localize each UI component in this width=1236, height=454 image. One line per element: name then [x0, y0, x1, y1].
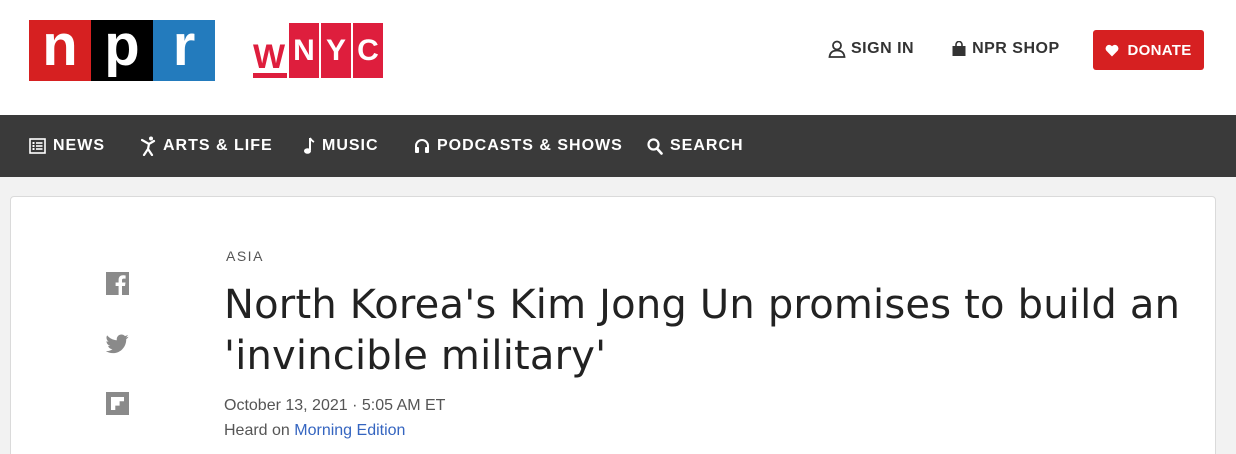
npr-logo-letter-n: n	[29, 16, 91, 81]
nav-label-music: MUSIC	[322, 137, 379, 154]
nav-item-podcasts-shows[interactable]: PODCASTS & SHOWS	[414, 115, 623, 177]
twitter-icon	[106, 334, 129, 353]
music-note-icon	[304, 137, 315, 154]
nav-label-news: NEWS	[53, 137, 105, 154]
nav-item-search[interactable]: SEARCH	[647, 115, 744, 177]
wnyc-logo-letter-w: W	[253, 40, 287, 78]
heard-on-line: Heard on Morning Edition	[224, 422, 405, 440]
donate-label: DONATE	[1127, 41, 1192, 59]
heart-icon	[1106, 44, 1119, 56]
wnyc-w-text: W	[253, 38, 286, 76]
article-headline: North Korea's Kim Jong Un promises to bu…	[224, 282, 1181, 379]
npr-logo-letter-r: r	[153, 16, 215, 81]
sign-in-label: SIGN IN	[851, 40, 915, 57]
share-facebook-button[interactable]	[106, 272, 129, 295]
wnyc-logo[interactable]: W N Y C	[253, 23, 383, 78]
headphones-icon	[415, 139, 429, 153]
dancer-icon	[141, 136, 156, 156]
main-nav: NEWS ARTS & LIFE MUSIC PODCASTS & SHOWS …	[0, 115, 1236, 177]
npr-logo[interactable]: n p r	[29, 16, 215, 81]
wnyc-logo-letter-c: C	[353, 23, 383, 78]
site-header: n p r W N Y C SIGN IN NPR SHOP DONATE	[0, 0, 1236, 115]
flipboard-icon	[106, 392, 129, 415]
nav-item-news[interactable]: NEWS	[29, 115, 105, 177]
program-link-morning-edition[interactable]: Morning Edition	[294, 422, 405, 439]
nav-label-search: SEARCH	[670, 137, 744, 154]
wnyc-w-underline	[253, 73, 287, 78]
share-flipboard-button[interactable]	[106, 392, 129, 415]
npr-logo-letter-p: p	[91, 16, 153, 81]
wnyc-logo-letter-n: N	[289, 23, 319, 78]
news-list-icon	[29, 138, 46, 154]
nav-label-arts-life: ARTS & LIFE	[163, 137, 273, 154]
article-dateline: October 13, 2021 · 5:05 AM ET	[224, 397, 446, 414]
heard-on-prefix: Heard on	[224, 422, 295, 439]
nav-label-podcasts-shows: PODCASTS & SHOWS	[437, 137, 623, 154]
user-icon	[828, 40, 846, 58]
nav-item-music[interactable]: MUSIC	[303, 115, 379, 177]
sign-in-link[interactable]: SIGN IN	[828, 40, 914, 58]
npr-shop-label: NPR SHOP	[972, 40, 1060, 57]
search-icon	[647, 137, 663, 155]
section-link-asia[interactable]: ASIA	[226, 248, 264, 264]
header-links: SIGN IN NPR SHOP	[828, 40, 1060, 58]
npr-shop-link[interactable]: NPR SHOP	[951, 40, 1060, 58]
donate-button[interactable]: DONATE	[1093, 30, 1204, 70]
shopping-bag-icon	[952, 41, 966, 56]
share-twitter-button[interactable]	[106, 332, 129, 355]
wnyc-logo-letter-y: Y	[321, 23, 351, 78]
nav-item-arts-life[interactable]: ARTS & LIFE	[141, 115, 273, 177]
facebook-icon	[106, 272, 129, 295]
